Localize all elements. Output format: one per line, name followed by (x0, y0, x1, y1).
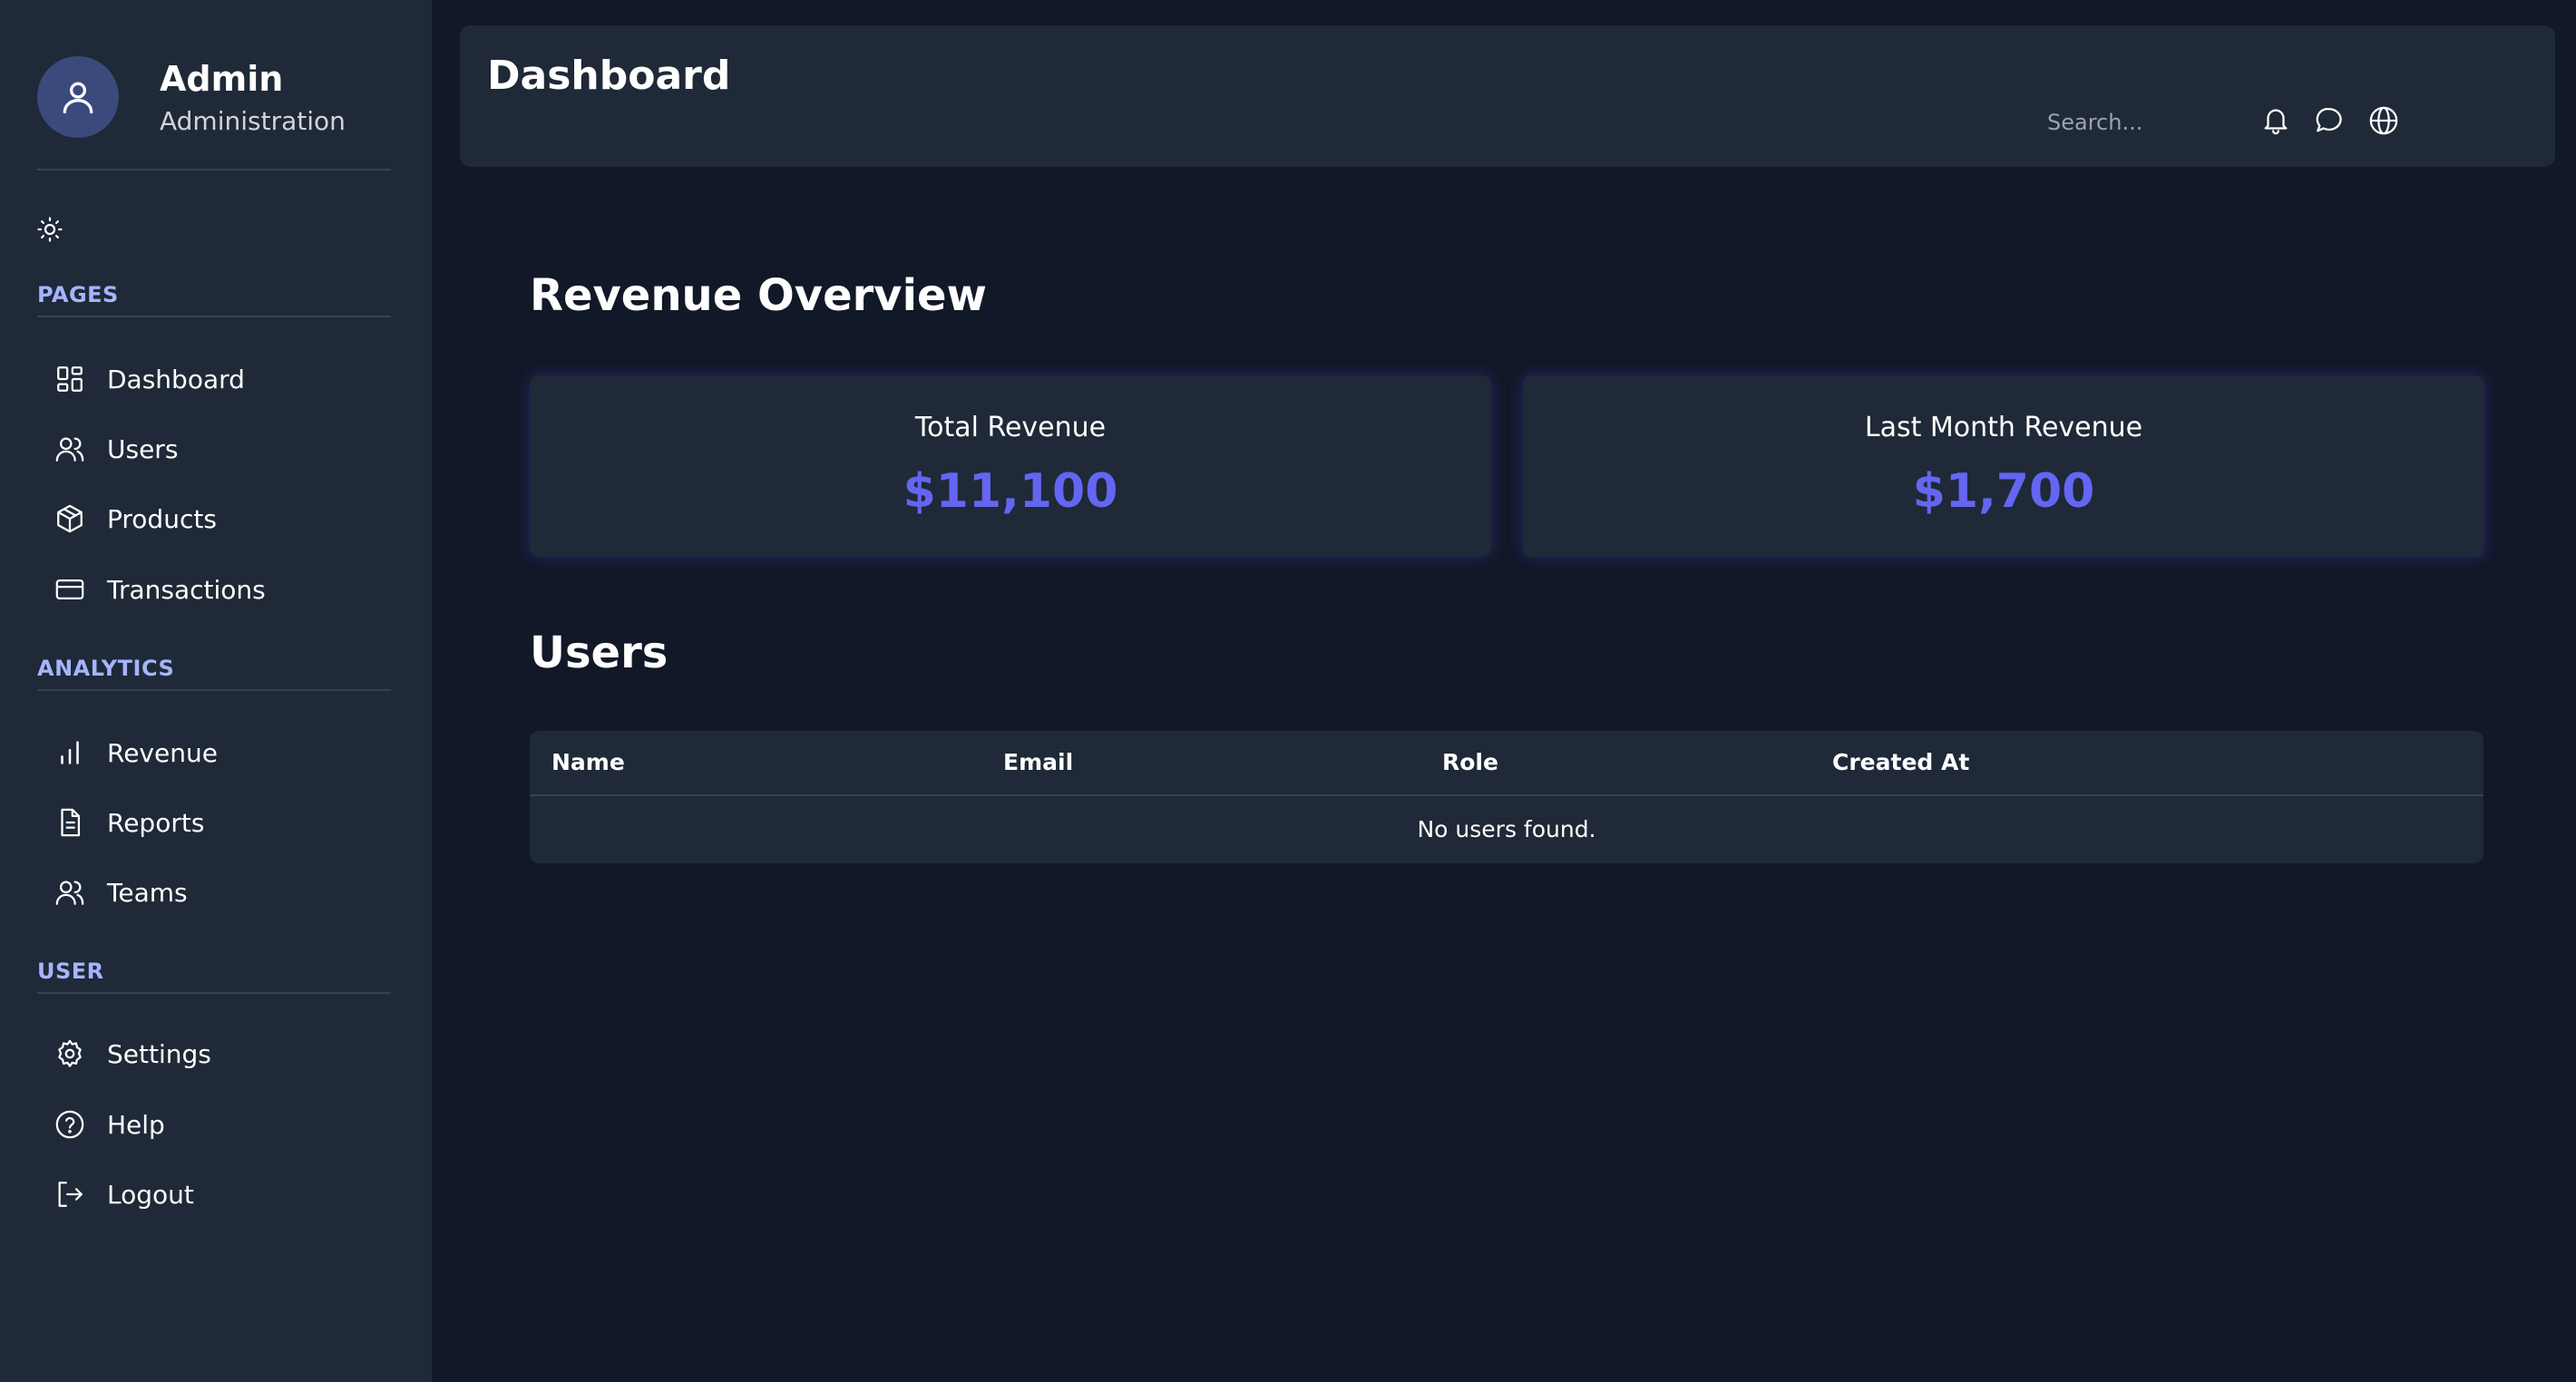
sidebar-item-products[interactable]: Products (54, 491, 399, 546)
bell-icon (2264, 109, 2288, 135)
sidebar-item-logout[interactable]: Logout (54, 1167, 399, 1221)
sidebar-item-dashboard[interactable]: Dashboard (54, 352, 399, 406)
sidebar-item-label: Help (107, 1109, 165, 1140)
sidebar-item-label: Reports (107, 807, 205, 838)
empty-table-message: No users found. (1417, 816, 1596, 842)
language-button[interactable] (2368, 105, 2399, 136)
section-label-user: USER (37, 949, 391, 994)
sidebar-item-label: Transactions (107, 574, 266, 605)
sidebar-item-label: Teams (107, 877, 188, 908)
sidebar-item-label: Settings (107, 1038, 211, 1069)
globe-icon (2369, 106, 2398, 135)
avatar[interactable] (37, 56, 119, 138)
column-header-email[interactable]: Email (1003, 749, 1073, 775)
sidebar-item-label: Revenue (107, 737, 218, 768)
users-table: Name Email Role Created At No users foun… (530, 731, 2483, 863)
sidebar-item-reports[interactable]: Reports (54, 795, 399, 850)
profile-block: Admin Administration (37, 56, 391, 170)
help-circle-icon (55, 1110, 84, 1139)
sidebar-item-help[interactable]: Help (54, 1097, 399, 1152)
box-icon (57, 504, 83, 533)
sidebar-item-teams[interactable]: Teams (54, 865, 399, 920)
sidebar-item-label: Logout (107, 1179, 194, 1210)
sidebar: Admin Administration PAGES Dashboard Use… (0, 0, 432, 1382)
message-icon (2316, 107, 2342, 132)
sidebar-item-label: Users (107, 433, 179, 464)
page-title: Dashboard (487, 53, 731, 99)
users-icon (55, 881, 84, 905)
sidebar-item-settings[interactable]: Settings (54, 1027, 399, 1081)
card-value: $1,700 (1912, 464, 2095, 519)
total-revenue-card: Total Revenue $11,100 (530, 375, 1491, 557)
sidebar-item-label: Dashboard (107, 364, 245, 394)
users-section-title: Users (530, 628, 668, 678)
app-root: Admin Administration PAGES Dashboard Use… (0, 0, 2576, 1382)
messages-button[interactable] (2314, 105, 2345, 136)
column-header-role[interactable]: Role (1442, 749, 1498, 775)
document-icon (61, 808, 81, 837)
sidebar-item-label: Products (107, 503, 217, 534)
last-month-revenue-card: Last Month Revenue $1,700 (1523, 375, 2484, 557)
sun-icon (37, 217, 63, 242)
user-icon (63, 82, 93, 114)
dashboard-icon (57, 366, 83, 392)
section-label-pages: PAGES (37, 272, 391, 317)
card-label: Last Month Revenue (1864, 412, 2143, 443)
sidebar-item-revenue[interactable]: Revenue (54, 725, 399, 780)
notifications-button[interactable] (2260, 105, 2291, 136)
gear-icon (58, 1039, 82, 1067)
credit-card-icon (55, 579, 84, 600)
bar-chart-icon (61, 741, 79, 764)
revenue-section-title: Revenue Overview (530, 270, 987, 321)
search-input[interactable] (2047, 100, 2347, 145)
card-label: Total Revenue (914, 412, 1107, 443)
theme-toggle-button[interactable] (36, 216, 63, 243)
column-header-created-at[interactable]: Created At (1832, 749, 1969, 775)
top-header: Dashboard (460, 25, 2555, 167)
table-header: Name Email Role Created At (530, 731, 2483, 796)
users-icon (55, 437, 84, 462)
sidebar-item-transactions[interactable]: Transactions (54, 562, 399, 617)
logout-icon (58, 1182, 83, 1207)
column-header-name[interactable]: Name (551, 749, 625, 775)
section-label-analytics: ANALYTICS (37, 646, 391, 691)
profile-name: Admin (160, 59, 284, 99)
profile-role: Administration (160, 106, 346, 136)
sidebar-item-users[interactable]: Users (54, 422, 399, 476)
card-value: $11,100 (903, 464, 1118, 519)
